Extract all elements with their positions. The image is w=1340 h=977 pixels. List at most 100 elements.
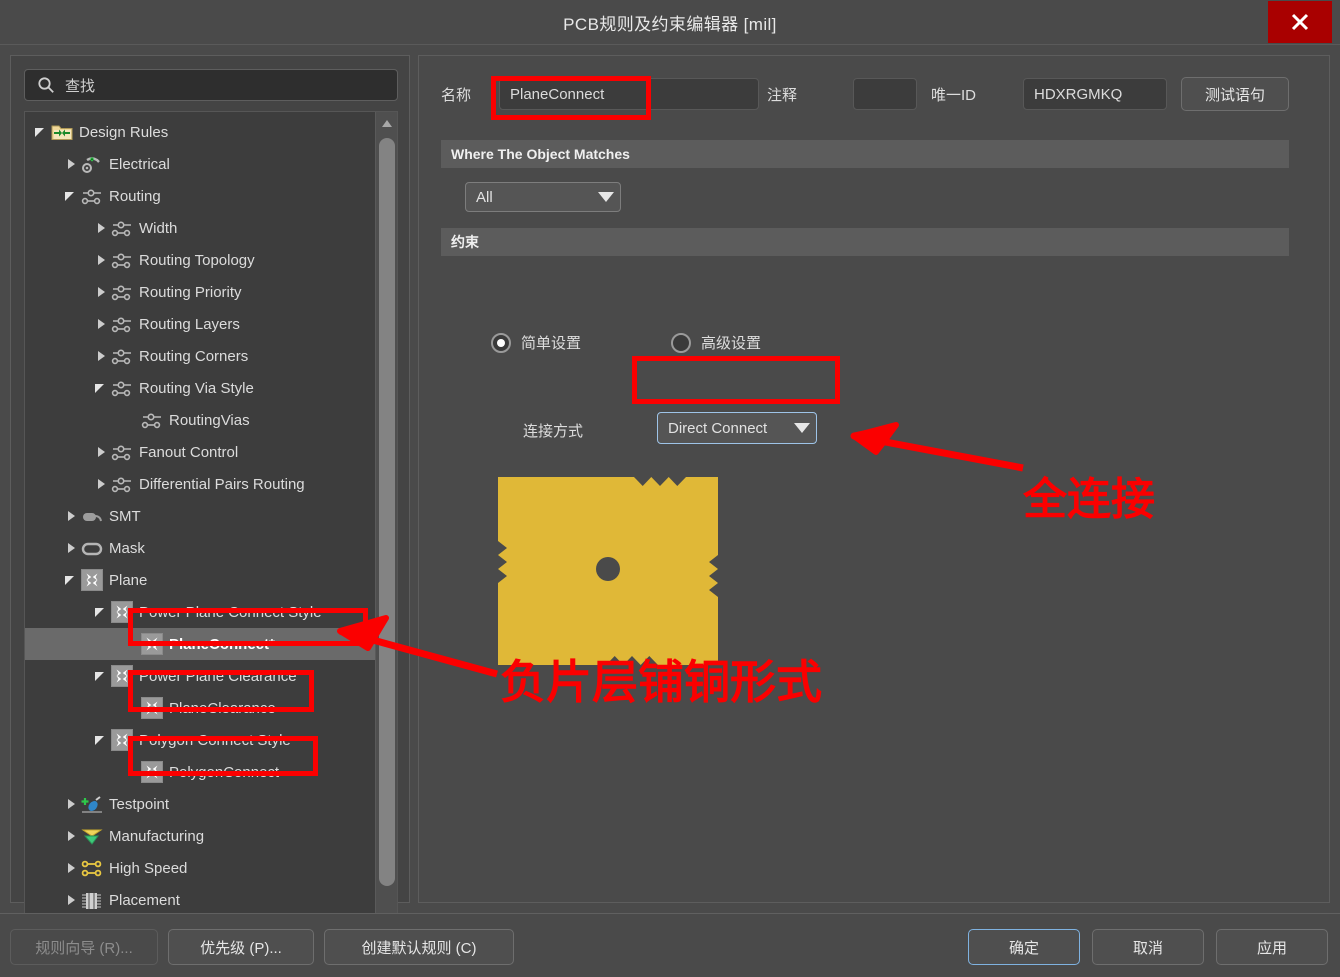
plane-icon (146, 701, 158, 715)
name-field[interactable]: PlaneConnect (499, 78, 759, 110)
tree-node-routing-via-style[interactable]: Routing Via Style (25, 372, 377, 404)
apply-button[interactable]: 应用 (1216, 929, 1328, 965)
tree-twisty-open[interactable] (63, 188, 79, 204)
tree-node-label: PlaneConnect* (169, 635, 275, 653)
tree-twisty-open[interactable] (33, 124, 49, 140)
tree-node-routing-corners[interactable]: Routing Corners (25, 340, 377, 372)
search-input[interactable]: 查找 (24, 69, 398, 101)
tree-twisty-closed[interactable] (93, 348, 109, 364)
tree-node-high-speed[interactable]: High Speed (25, 852, 377, 884)
tree-node-testpoint[interactable]: Testpoint (25, 788, 377, 820)
tree-twisty-closed[interactable] (93, 220, 109, 236)
tree-node-label: Design Rules (79, 123, 169, 141)
tree-twisty-closed[interactable] (63, 796, 79, 812)
plane-icon (86, 573, 98, 587)
plane-icon (116, 733, 128, 747)
tree-node-routing[interactable]: Routing (25, 180, 377, 212)
close-button[interactable] (1268, 1, 1332, 43)
test-query-button[interactable]: 测试语句 (1181, 77, 1289, 111)
scroll-up-icon (382, 119, 392, 127)
routing-icon (111, 221, 131, 237)
connect-style-dropdown[interactable]: Direct Connect (657, 412, 817, 444)
radio-simple-group[interactable]: 简单设置 (491, 332, 581, 353)
scope-dropdown[interactable]: All (465, 182, 621, 212)
scope-value: All (476, 188, 493, 206)
tree-twisty-open[interactable] (63, 572, 79, 588)
tree-twisty-closed[interactable] (63, 540, 79, 556)
rule-wizard-button[interactable]: 规则向导 (R)... (10, 929, 158, 965)
tree-node-differential-pairs-routing[interactable]: Differential Pairs Routing (25, 468, 377, 500)
cancel-button[interactable]: 取消 (1092, 929, 1204, 965)
tree-node-electrical[interactable]: Electrical (25, 148, 377, 180)
tree-node-label: Fanout Control (139, 443, 239, 461)
ok-button[interactable]: 确定 (968, 929, 1080, 965)
routing-icon (81, 185, 103, 207)
rules-tree[interactable]: Design Rules Electrical Routing Width Routin… (24, 111, 398, 956)
manufacturing-icon (81, 825, 103, 847)
tree-node-label: Width (139, 219, 178, 237)
high-speed-icon (81, 857, 103, 879)
window-title: PCB规则及约束编辑器 [mil] (563, 14, 777, 34)
tree-node-placement[interactable]: Placement (25, 884, 377, 916)
tree-node-fanout-control[interactable]: Fanout Control (25, 436, 377, 468)
design-rules-folder-icon (51, 125, 73, 140)
tree-twisty-open[interactable] (93, 604, 109, 620)
plane-icon (141, 697, 163, 719)
tree-node-label: Routing Corners (139, 347, 249, 365)
tree-twisty-closed[interactable] (93, 252, 109, 268)
tree-twisty-closed[interactable] (63, 828, 79, 844)
tree-twisty-closed[interactable] (93, 284, 109, 300)
tree-twisty-open[interactable] (93, 380, 109, 396)
tree-twisty-closed[interactable] (93, 316, 109, 332)
radio-advanced-group[interactable]: 高级设置 (671, 332, 761, 353)
create-default-rules-button[interactable]: 创建默认规则 (C) (324, 929, 514, 965)
chevron-down-icon (598, 192, 614, 202)
tree-twisty-open[interactable] (93, 668, 109, 684)
preview-graphic (498, 477, 718, 665)
tree-twisty-closed[interactable] (63, 508, 79, 524)
routing-icon (111, 317, 131, 333)
tree-twisty-closed[interactable] (63, 892, 79, 908)
tree-node-design-rules[interactable]: Design Rules (25, 116, 377, 148)
comment-field[interactable] (853, 78, 917, 110)
tree-node-manufacturing[interactable]: Manufacturing (25, 820, 377, 852)
tree-node-label: Testpoint (109, 795, 170, 813)
tree-node-power-plane-connect-style[interactable]: Power Plane Connect Style (25, 596, 377, 628)
tree-twisty-open[interactable] (93, 732, 109, 748)
tree-twisty-closed[interactable] (63, 860, 79, 876)
tree-scrollbar[interactable] (375, 112, 397, 955)
tree-node-power-plane-clearance[interactable]: Power Plane Clearance (25, 660, 377, 692)
radio-advanced[interactable] (671, 332, 691, 353)
plane-icon (146, 637, 158, 651)
plane-icon (81, 569, 103, 591)
scrollbar-thumb[interactable] (379, 138, 395, 886)
tree-node-width[interactable]: Width (25, 212, 377, 244)
tree-node-plane[interactable]: Plane (25, 564, 377, 596)
tree-node-routing-layers[interactable]: Routing Layers (25, 308, 377, 340)
routing-icon (111, 477, 131, 493)
tree-node-smt[interactable]: SMT (25, 500, 377, 532)
routing-icon (111, 349, 131, 365)
priority-button[interactable]: 优先级 (P)... (168, 929, 314, 965)
tree-twisty-closed[interactable] (93, 444, 109, 460)
tree-node-planeclearance[interactable]: PlaneClearance (25, 692, 377, 724)
plane-icon (141, 761, 163, 783)
scroll-up-button[interactable] (376, 112, 397, 134)
bottom-button-bar: 规则向导 (R)... 优先级 (P)... 创建默认规则 (C) 确定 取消 … (0, 913, 1340, 977)
tree-node-routingvias[interactable]: RoutingVias (25, 404, 377, 436)
tree-twisty-closed[interactable] (93, 476, 109, 492)
tree-twisty-closed[interactable] (63, 156, 79, 172)
high-speed-icon (81, 860, 102, 877)
unique-id-field[interactable]: HDXRGMKQ (1023, 78, 1167, 110)
tree-node-mask[interactable]: Mask (25, 532, 377, 564)
tree-node-label: PlaneClearance (169, 699, 276, 717)
tree-node-routing-priority[interactable]: Routing Priority (25, 276, 377, 308)
smt-icon (81, 505, 103, 527)
electrical-icon (81, 153, 103, 175)
tree-node-routing-topology[interactable]: Routing Topology (25, 244, 377, 276)
tree-node-polygonconnect[interactable]: PolygonConnect (25, 756, 377, 788)
tree-node-polygon-connect-style[interactable]: Polygon Connect Style (25, 724, 377, 756)
tree-node-planeconnect[interactable]: PlaneConnect* (25, 628, 377, 660)
radio-simple[interactable] (491, 332, 511, 353)
